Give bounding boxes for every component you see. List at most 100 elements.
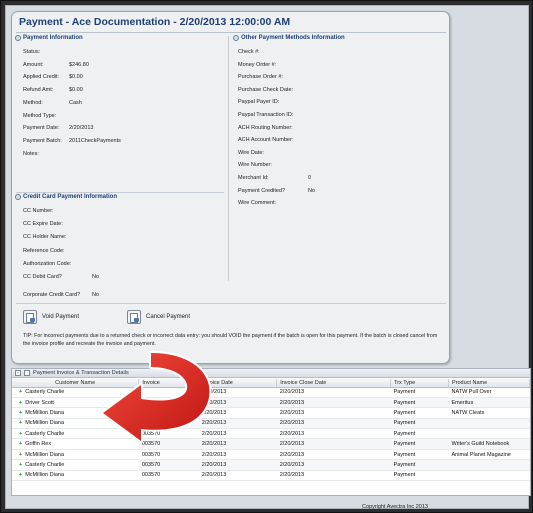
expand-plus-icon[interactable]: + bbox=[19, 462, 22, 468]
table-cell-invoice-close-date: 2/20/2013 bbox=[276, 438, 391, 450]
table-row[interactable]: + McMillion Diana 003570 2/20/2013 2/20/2013… bbox=[12, 470, 530, 482]
field-label-purchase-check-date: Purchase Check Date: bbox=[238, 86, 294, 93]
table-cell-invoice-close-date: 2/20/2013 bbox=[276, 470, 391, 482]
table-cell-product-name: NATW Cleats bbox=[448, 407, 530, 419]
table-row[interactable]: + Driver Scott 2/20/2013 2/20/2013 Payment Em… bbox=[12, 397, 530, 409]
cell-text: Writer's Guild Notebook bbox=[451, 441, 510, 448]
table-cell-invoice: 003570 bbox=[138, 459, 199, 471]
table-cell-invoice-date: 2/20/2013 bbox=[198, 470, 277, 482]
table-cell-product-name: Emeritus bbox=[448, 397, 530, 409]
table-cell-invoice: 003570 bbox=[138, 449, 199, 461]
cell-text: 2/20/2013 bbox=[201, 409, 227, 416]
actions-divider bbox=[16, 303, 446, 304]
cell-text: Animal Planet Magazine bbox=[451, 451, 511, 458]
cell-text: Emeritus bbox=[451, 399, 474, 406]
cell-text: Griffin Rex bbox=[25, 441, 52, 448]
cell-text: McMillion Diana bbox=[25, 451, 65, 458]
table-cell-customer-name: + McMillion Diana bbox=[12, 470, 139, 482]
grid-options-icon[interactable] bbox=[24, 370, 30, 376]
field-value-cc-debit-card: No bbox=[92, 274, 100, 280]
section-divider bbox=[16, 192, 224, 193]
table-cell-trx-type: Payment bbox=[390, 418, 449, 430]
field-label-check: Check #: bbox=[238, 49, 260, 55]
expand-plus-icon[interactable]: + bbox=[19, 472, 22, 478]
table-cell-invoice-date: 2/20/2013 bbox=[198, 438, 277, 450]
table-row[interactable]: + Casterly Charlie 2/20/2013 2/20/2013 Payme… bbox=[12, 387, 530, 398]
window-frame: Payment - Ace Documentation - 2/20/2013 … bbox=[0, 0, 533, 513]
column-header-invoice-date[interactable]: Invoice Date bbox=[198, 379, 278, 388]
collapse-icon[interactable]: - bbox=[15, 370, 21, 376]
field-label-merchant-id: Merchant Id: bbox=[238, 175, 269, 181]
field-label-ach-account-number: ACH Account Number: bbox=[238, 137, 294, 144]
cancel-document-icon bbox=[127, 310, 141, 324]
table-row[interactable]: + Griffin Rex 003570 2/20/2013 2/20/2013 Paym… bbox=[12, 438, 530, 450]
field-label-payment-batch: Payment Batch: bbox=[23, 137, 62, 144]
expand-plus-icon[interactable]: + bbox=[19, 441, 22, 447]
table-cell-product-name bbox=[448, 470, 530, 482]
info-circle-icon bbox=[233, 35, 239, 41]
void-payment-button[interactable]: Void Payment bbox=[23, 310, 79, 324]
column-header-trx-type[interactable]: Trx Type bbox=[390, 379, 449, 388]
field-label-ach-routing-number: ACH Routing Number: bbox=[238, 124, 293, 131]
table-cell-invoice-close-date: 2/20/2013 bbox=[276, 428, 391, 440]
table-cell-invoice-date: 2/20/2013 bbox=[198, 418, 277, 430]
table-row[interactable]: + Casterly Charlie 003570 2/20/2013 2/20/201… bbox=[12, 428, 530, 440]
table-row[interactable]: + McMillion Diana 2/20/2013 2/20/2013 Paymen… bbox=[12, 407, 530, 419]
cell-text: McMillion Diana bbox=[25, 409, 65, 416]
credit-card-heading-label: Credit Card Payment Information bbox=[23, 194, 118, 200]
table-cell-trx-type: Payment bbox=[390, 407, 449, 419]
column-header-product-name[interactable]: Product Name bbox=[448, 379, 530, 388]
table-row[interactable]: + McMillion Diana 2/20/2013 2/20/2013 Paymen… bbox=[12, 418, 530, 430]
expand-plus-icon[interactable]: + bbox=[19, 400, 22, 406]
column-header-invoice-close-date[interactable]: Invoice Close Date bbox=[276, 379, 392, 388]
cell-text: Payment bbox=[393, 451, 416, 458]
cell-text: 2/20/2013 bbox=[279, 472, 305, 479]
field-label-cc-number: CC Number: bbox=[23, 208, 54, 214]
table-cell-product-name: Writer's Guild Notebook bbox=[448, 438, 530, 450]
field-value-payment-credited: No bbox=[308, 187, 316, 194]
expand-plus-icon[interactable]: + bbox=[19, 389, 22, 395]
cell-text: 003570 bbox=[141, 461, 161, 468]
column-header-customer-name[interactable]: Customer Name bbox=[12, 379, 140, 388]
field-label-applied-credit: Applied Credit: bbox=[23, 74, 60, 81]
grid-titlebar: - Payment Invoice & Transaction Details bbox=[12, 369, 530, 378]
expand-plus-icon[interactable]: + bbox=[19, 410, 22, 416]
cell-text: Payment bbox=[393, 409, 416, 416]
table-cell-invoice: 003570 bbox=[138, 470, 199, 482]
expand-plus-icon[interactable]: + bbox=[19, 420, 22, 426]
table-cell-customer-name: + Driver Scott bbox=[12, 397, 139, 409]
cancel-payment-button[interactable]: Cancel Payment bbox=[127, 310, 190, 324]
expand-plus-icon[interactable]: + bbox=[19, 431, 22, 437]
cell-text: 2/20/2013 bbox=[279, 451, 305, 458]
cell-text: Payment bbox=[393, 420, 416, 427]
table-row[interactable]: + McMillion Diana 003570 2/20/2013 2/20/2013… bbox=[12, 449, 530, 461]
field-label-paypal-payer-id: Paypal Payer ID: bbox=[238, 99, 280, 106]
copyright-text: Copyright Avectra Inc 2013 bbox=[362, 504, 428, 510]
table-cell-product-name bbox=[448, 428, 530, 440]
cell-text: McMillion Diana bbox=[25, 420, 65, 427]
field-label-status: Status: bbox=[23, 49, 41, 55]
cell-text: 2/20/2013 bbox=[201, 472, 227, 479]
table-cell-invoice: 003570 bbox=[138, 438, 199, 450]
table-row[interactable]: + Casterly Charlie 003570 2/20/2013 2/20/201… bbox=[12, 459, 530, 471]
cell-text: Casterly Charlie bbox=[25, 430, 65, 437]
cell-text: 2/20/2013 bbox=[279, 399, 305, 406]
cell-text: Payment bbox=[393, 399, 416, 406]
field-label-wire-number: Wire Number: bbox=[238, 162, 272, 169]
cell-text: 2/20/2013 bbox=[201, 389, 227, 396]
cell-text: 2/20/2013 bbox=[201, 399, 227, 406]
cell-text: 003570 bbox=[141, 441, 161, 448]
cell-text: Payment bbox=[393, 441, 416, 448]
field-value-method: Cash bbox=[69, 99, 82, 106]
table-cell-customer-name: + Casterly Charlie bbox=[12, 387, 139, 398]
table-cell-invoice-date: 2/20/2013 bbox=[198, 397, 277, 409]
cell-text: Driver Scott bbox=[25, 399, 54, 406]
field-value-payment-batch: 2011CheckPayments bbox=[69, 137, 121, 144]
table-cell-invoice bbox=[138, 418, 199, 430]
expand-plus-icon[interactable]: + bbox=[19, 452, 22, 458]
table-cell-customer-name: + McMillion Diana bbox=[12, 449, 139, 461]
cancel-payment-label: Cancel Payment bbox=[146, 314, 191, 320]
grid-title: Payment Invoice & Transaction Details bbox=[33, 370, 129, 376]
column-header-invoice[interactable]: Invoice bbox=[138, 379, 200, 388]
table-cell-customer-name: + Casterly Charlie bbox=[12, 459, 139, 471]
